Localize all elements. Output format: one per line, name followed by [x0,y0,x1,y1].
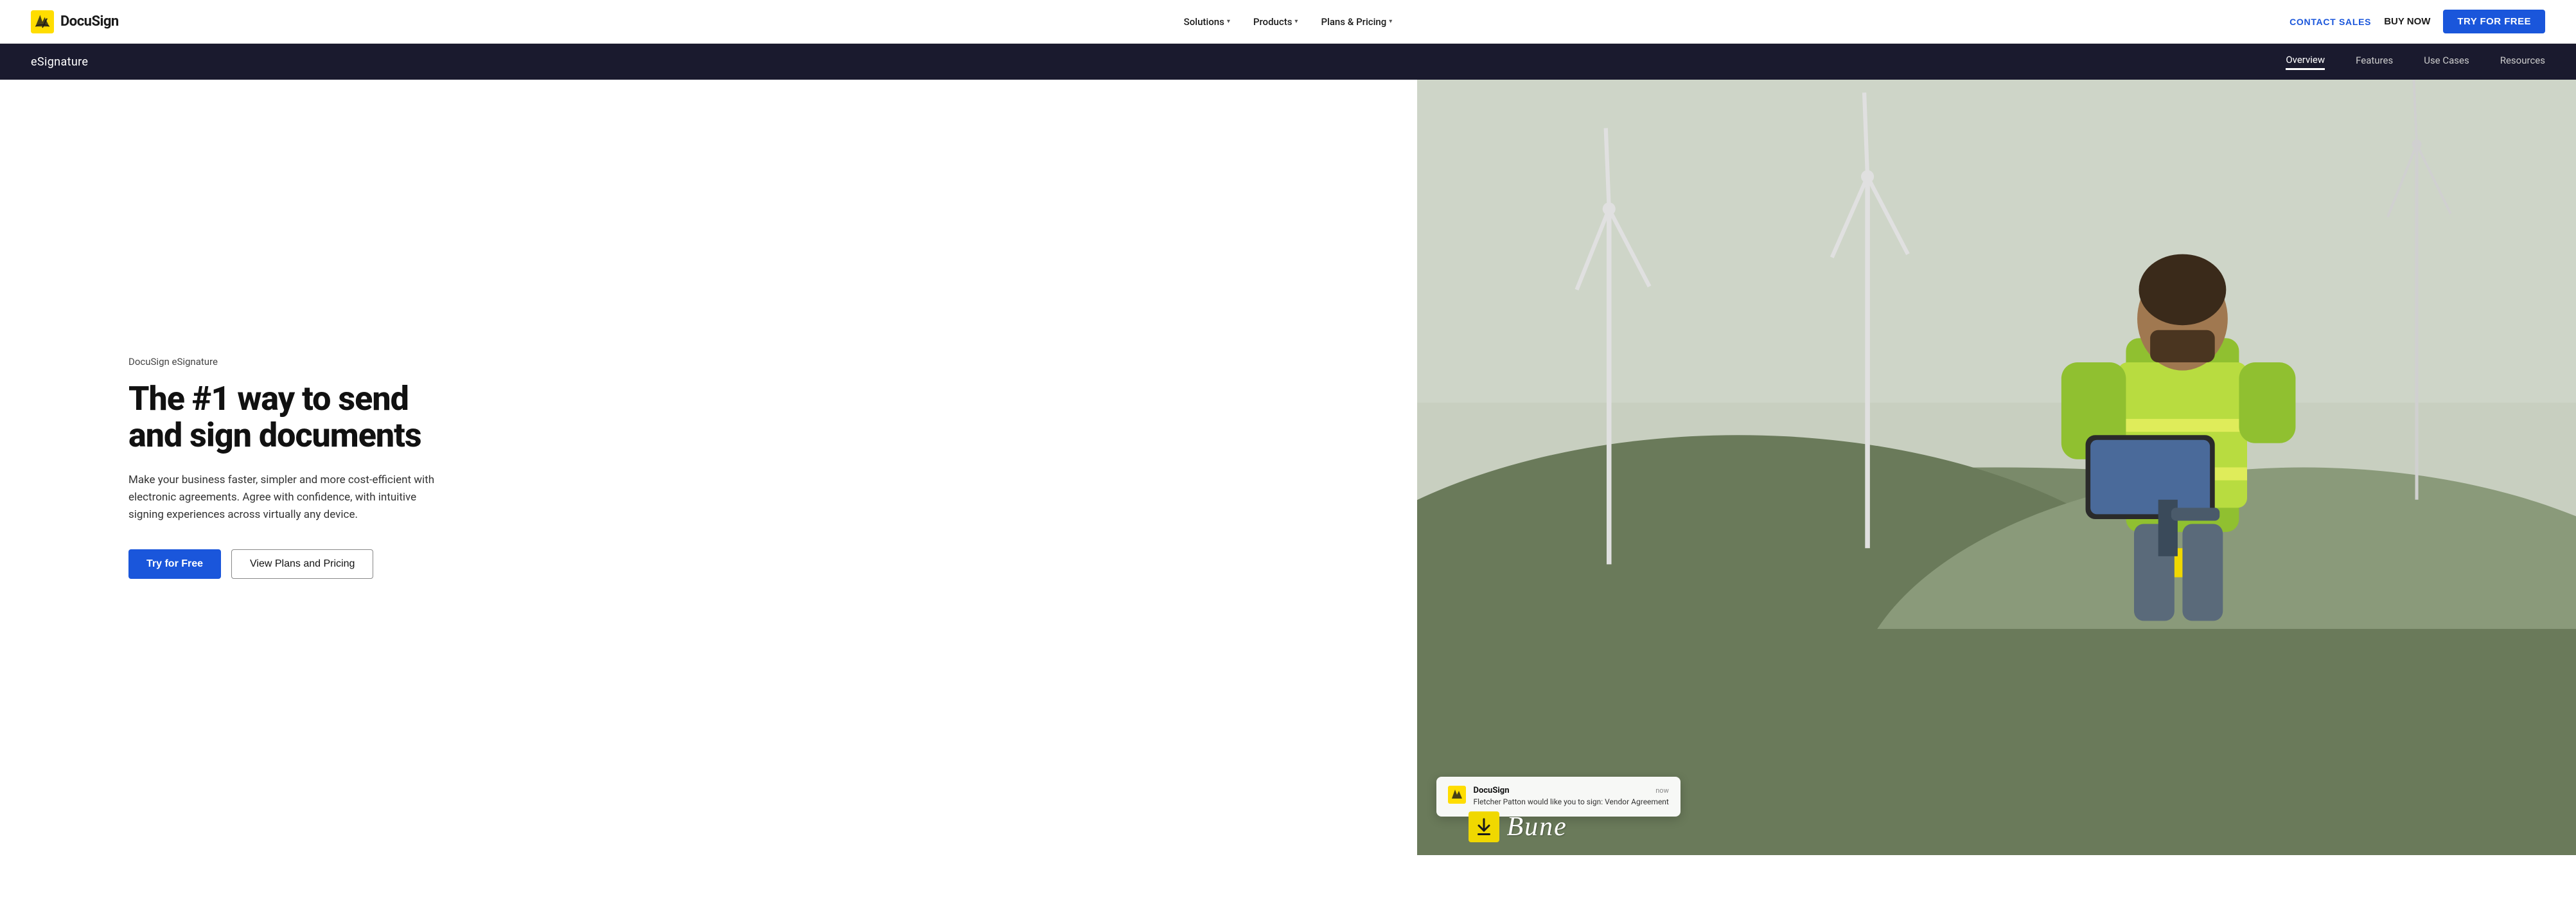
notification-header: DocuSign now [1474,786,1669,795]
nav-products[interactable]: Products ▾ [1253,16,1298,28]
hero-title: The #1 way to sendand sign documents [128,380,1379,454]
chevron-down-icon: ▾ [1227,18,1230,25]
chevron-down-icon: ▾ [1389,18,1392,25]
notification-docusign-icon [1448,786,1466,804]
sub-navigation: eSignature Overview Features Use Cases R… [0,44,2576,80]
sub-nav-resources[interactable]: Resources [2500,55,2545,69]
nav-plans-pricing[interactable]: Plans & Pricing ▾ [1321,16,1392,28]
hero-description: Make your business faster, simpler and m… [128,472,437,524]
notification-overlay: DocuSign now Fletcher Patton would like … [1436,777,1681,817]
chevron-down-icon: ▾ [1294,18,1298,25]
hero-eyebrow: DocuSign eSignature [128,356,1379,367]
logo-text: DocuSign [60,13,119,30]
notification-time: now [1655,786,1669,795]
try-for-free-button[interactable]: Try for Free [128,549,221,579]
hero-content: DocuSign eSignature The #1 way to sendan… [0,80,1417,855]
hero-cta-buttons: Try for Free View Plans and Pricing [128,549,1379,579]
signature-icon [1469,811,1499,842]
notification-brand: DocuSign [1474,786,1510,795]
top-navigation: DocuSign Solutions ▾ Products ▾ Plans & … [0,0,2576,44]
sub-nav-features[interactable]: Features [2356,55,2393,69]
hero-section: DocuSign eSignature The #1 way to sendan… [0,80,2576,855]
nav-right-actions: CONTACT SALES BUY NOW TRY FOR FREE [2289,10,2545,33]
notification-content: DocuSign now Fletcher Patton would like … [1474,786,1669,808]
hero-image-area: DocuSign now Fletcher Patton would like … [1417,80,2576,855]
try-for-free-nav-button[interactable]: TRY FOR FREE [2443,10,2545,33]
nav-solutions[interactable]: Solutions ▾ [1184,16,1230,28]
view-plans-pricing-button[interactable]: View Plans and Pricing [231,549,373,579]
main-nav: Solutions ▾ Products ▾ Plans & Pricing ▾ [1184,16,1393,28]
hero-background-image [1417,80,2576,855]
buy-now-button[interactable]: BUY NOW [2384,16,2430,27]
signature-area: Bune [1469,811,1567,842]
sub-nav-use-cases[interactable]: Use Cases [2424,55,2469,69]
notification-message: Fletcher Patton would like you to sign: … [1474,797,1669,808]
docusign-logo-icon [31,10,54,33]
contact-sales-button[interactable]: CONTACT SALES [2289,17,2371,27]
signature-text: Bune [1507,811,1567,842]
logo[interactable]: DocuSign [31,10,119,33]
sub-nav-links: Overview Features Use Cases Resources [2286,54,2545,70]
sub-nav-brand: eSignature [31,55,88,69]
sub-nav-overview[interactable]: Overview [2286,54,2325,70]
download-arrow-icon [1474,817,1494,837]
